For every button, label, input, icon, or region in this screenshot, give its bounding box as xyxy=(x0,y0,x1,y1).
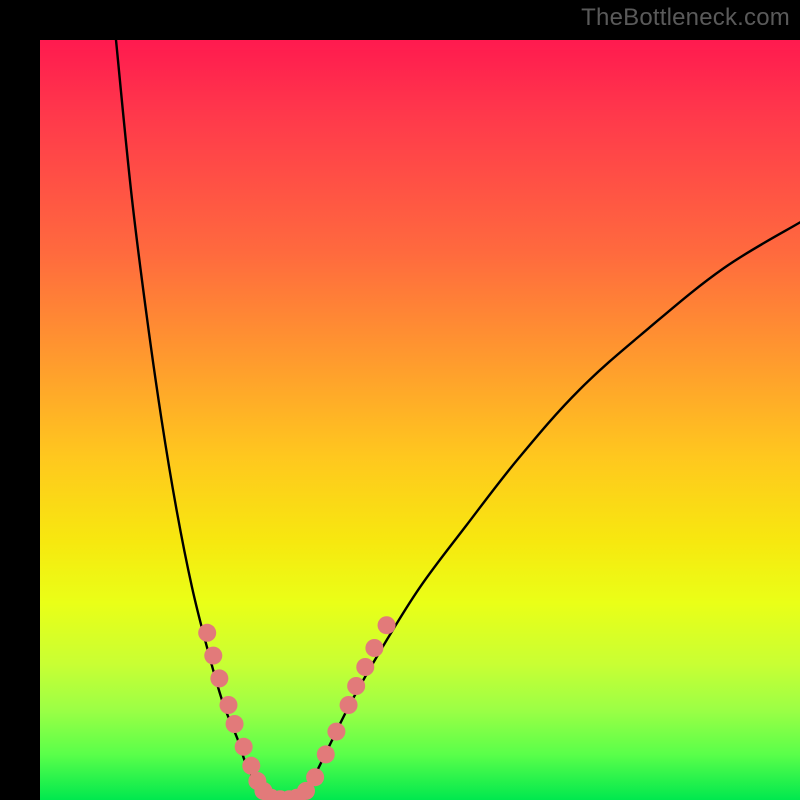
data-point xyxy=(356,658,374,676)
data-point xyxy=(365,639,383,657)
data-point xyxy=(297,782,315,800)
data-point xyxy=(210,669,228,687)
data-point xyxy=(198,624,216,642)
data-point xyxy=(288,789,306,800)
bottleneck-curve xyxy=(116,40,800,800)
data-point xyxy=(271,790,289,800)
watermark-text: TheBottleneck.com xyxy=(581,4,790,32)
data-point xyxy=(248,772,266,790)
data-point xyxy=(347,677,365,695)
marker-group xyxy=(198,616,395,800)
data-point xyxy=(254,782,272,800)
data-point xyxy=(235,738,253,756)
data-point xyxy=(226,715,244,733)
curve-group xyxy=(116,40,800,800)
data-point xyxy=(340,696,358,714)
data-point xyxy=(242,757,260,775)
data-point xyxy=(219,696,237,714)
plot-area xyxy=(40,40,800,800)
curve-svg xyxy=(40,40,800,800)
data-point xyxy=(280,790,298,800)
data-point xyxy=(262,789,280,800)
data-point xyxy=(327,723,345,741)
chart-frame: TheBottleneck.com xyxy=(0,0,800,800)
data-point xyxy=(378,616,396,634)
data-point xyxy=(306,768,324,786)
data-point xyxy=(204,647,222,665)
data-point xyxy=(317,745,335,763)
